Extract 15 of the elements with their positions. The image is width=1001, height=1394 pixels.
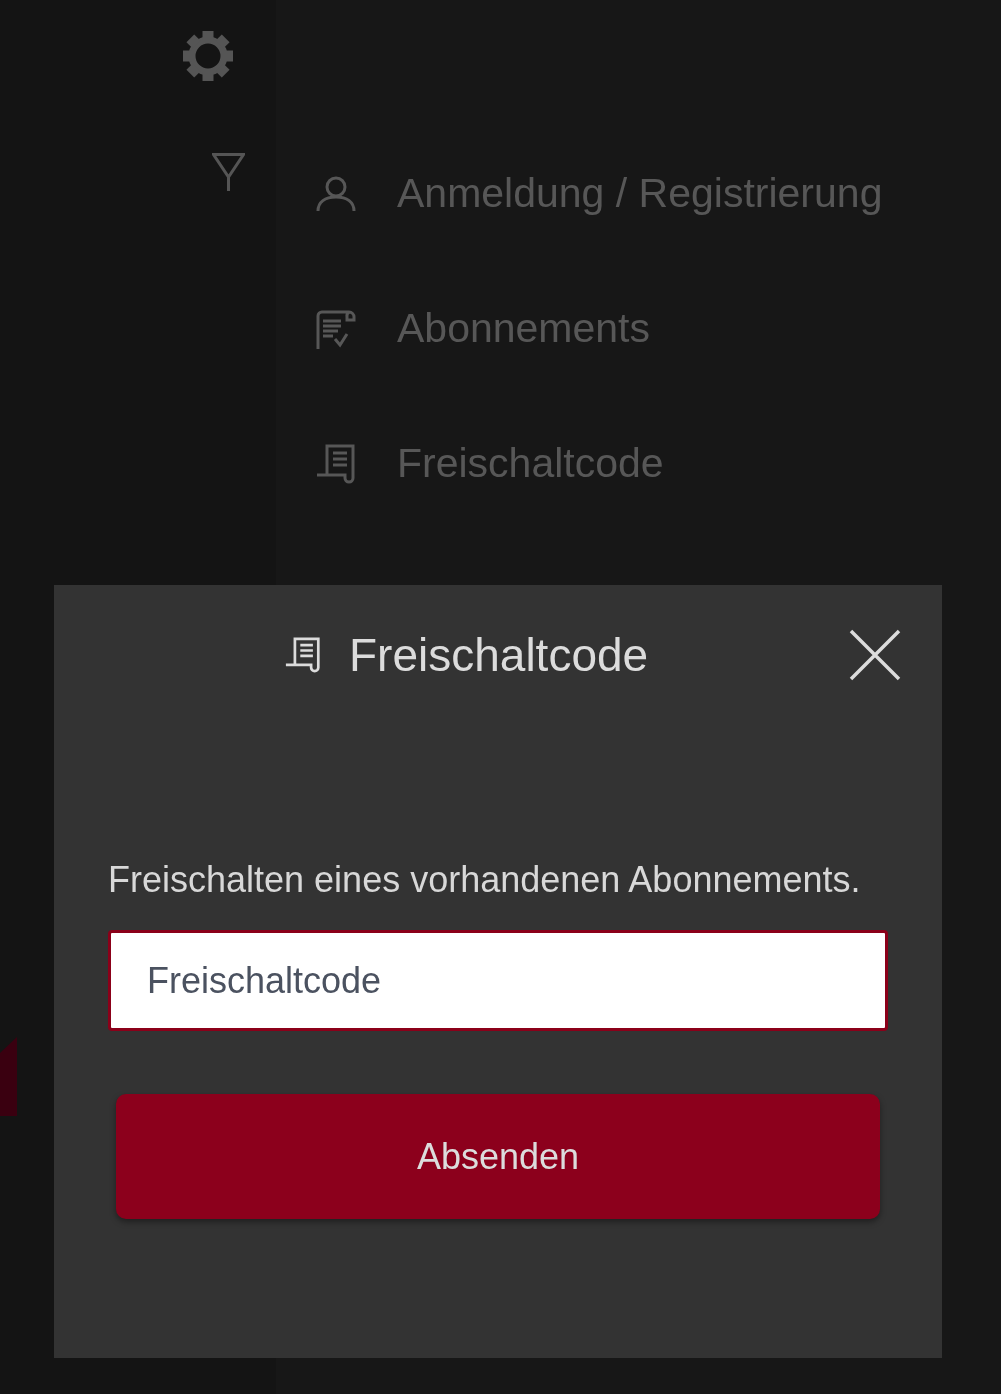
dialog-title: Freischaltcode [349, 632, 649, 678]
code-input[interactable]: Freischaltcode [108, 930, 888, 1031]
user-icon [316, 175, 356, 212]
document-check-icon [316, 308, 356, 349]
settings-icon[interactable] [182, 30, 234, 82]
dialog-description: Freischalten eines vorhandenen Abonnements. [108, 858, 862, 902]
menu-item[interactable]: Abonnements [316, 308, 650, 349]
close-button[interactable] [849, 629, 901, 681]
filter-icon[interactable] [212, 153, 245, 191]
receipt-icon [316, 443, 356, 484]
receipt-icon [285, 637, 321, 673]
menu-item[interactable]: Anmeldung / Registrierung [316, 173, 883, 214]
submit-button[interactable]: Absenden [116, 1094, 880, 1219]
close-icon [849, 629, 901, 681]
menu-item[interactable]: Freischaltcode [316, 443, 664, 484]
